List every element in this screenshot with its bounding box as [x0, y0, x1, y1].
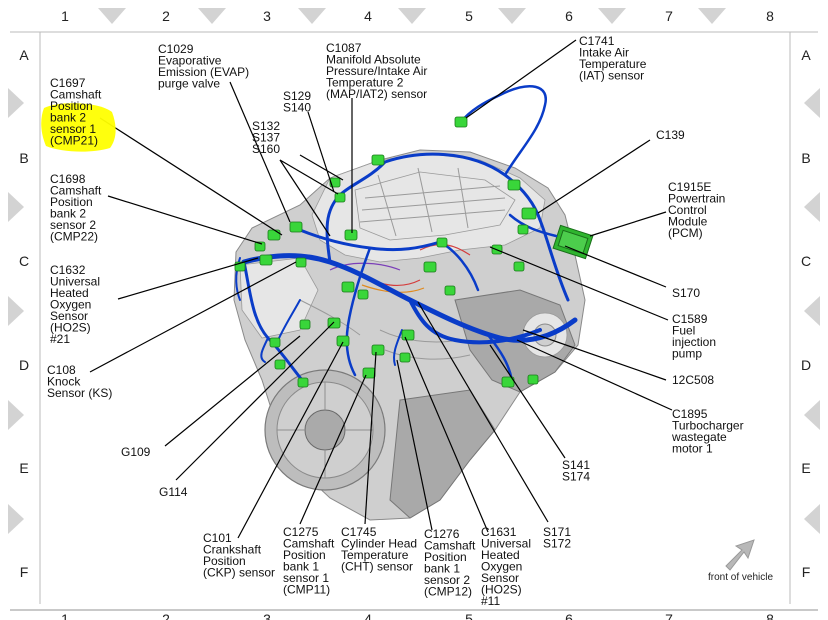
grid-col-label-bottom: 4	[364, 611, 372, 620]
label-line: S170	[672, 286, 700, 300]
label-line: 12C508	[672, 373, 714, 387]
label-line: pump	[672, 347, 702, 361]
label-line: (MAP/IAT2) sensor	[326, 87, 427, 101]
grid-col-label: 8	[766, 8, 774, 24]
label-line: S174	[562, 470, 590, 484]
grid-col-label-bottom: 6	[565, 611, 573, 620]
label-line: (IAT) sensor	[579, 69, 644, 83]
label-12c508: 12C508	[672, 373, 714, 387]
label-line: G114	[159, 485, 188, 499]
grid-col-label: 3	[263, 8, 271, 24]
label-line: C139	[656, 128, 685, 142]
label-g114: G114	[159, 485, 188, 499]
grid-row-label: D	[19, 357, 29, 373]
label-line: #21	[50, 332, 70, 346]
label-line: Sensor (KS)	[47, 386, 112, 400]
label-s129-s140: S129 S140	[283, 89, 311, 115]
label-s170: S170	[672, 286, 700, 300]
grid-row-label: A	[19, 47, 29, 63]
grid-row-label: B	[801, 150, 810, 166]
label-line: (CKP) sensor	[203, 566, 275, 580]
grid-col-label: 1	[61, 8, 69, 24]
grid-row-label: A	[801, 47, 811, 63]
label-s141-s174: S141 S174	[562, 458, 590, 484]
grid-col-label: 2	[162, 8, 170, 24]
grid-col-label-bottom: 3	[263, 611, 271, 620]
label-line: G109	[121, 445, 151, 459]
label-line: (CMP21)	[50, 134, 98, 148]
grid-row-label: C	[19, 253, 29, 269]
grid-row-label: F	[20, 564, 29, 580]
grid-row-label: F	[802, 564, 811, 580]
grid-col-label-bottom: 5	[465, 611, 473, 620]
label-line: (CHT) sensor	[341, 560, 413, 574]
label-line: S140	[283, 101, 311, 115]
grid-row-label: B	[19, 150, 28, 166]
grid-col-label: 4	[364, 8, 372, 24]
wiring-diagram: 1 2 3 4 5 6 7 8 1 2 3 4 5 6 7 8 A B C D …	[0, 0, 828, 620]
label-g109: G109	[121, 445, 151, 459]
label-line: (CMP11)	[283, 583, 330, 597]
label-c139: C139	[656, 128, 685, 142]
grid-row-label: D	[801, 357, 811, 373]
label-line: purge valve	[158, 77, 220, 91]
label-line: (CMP22)	[50, 230, 98, 244]
grid-col-label-bottom: 8	[766, 611, 774, 620]
label-line: motor 1	[672, 442, 713, 456]
label-s132-s137-s160: S132 S137 S160	[252, 119, 280, 156]
grid-row-label: C	[801, 253, 811, 269]
label-line: (CMP12)	[424, 585, 472, 599]
grid-col-label-bottom: 1	[61, 611, 69, 620]
grid-col-label: 7	[665, 8, 673, 24]
grid-row-label: E	[19, 460, 28, 476]
label-line: S172	[543, 537, 571, 551]
label-line: S160	[252, 142, 280, 156]
grid-col-label-bottom: 2	[162, 611, 170, 620]
grid-col-label: 6	[565, 8, 573, 24]
grid-col-label-bottom: 7	[665, 611, 673, 620]
grid-col-label: 5	[465, 8, 473, 24]
label-line: #11	[481, 594, 500, 608]
front-of-vehicle-label: front of vehicle	[708, 572, 773, 583]
label-s171-s172: S171 S172	[543, 525, 571, 551]
grid-row-label: E	[801, 460, 810, 476]
label-line: (PCM)	[668, 226, 703, 240]
